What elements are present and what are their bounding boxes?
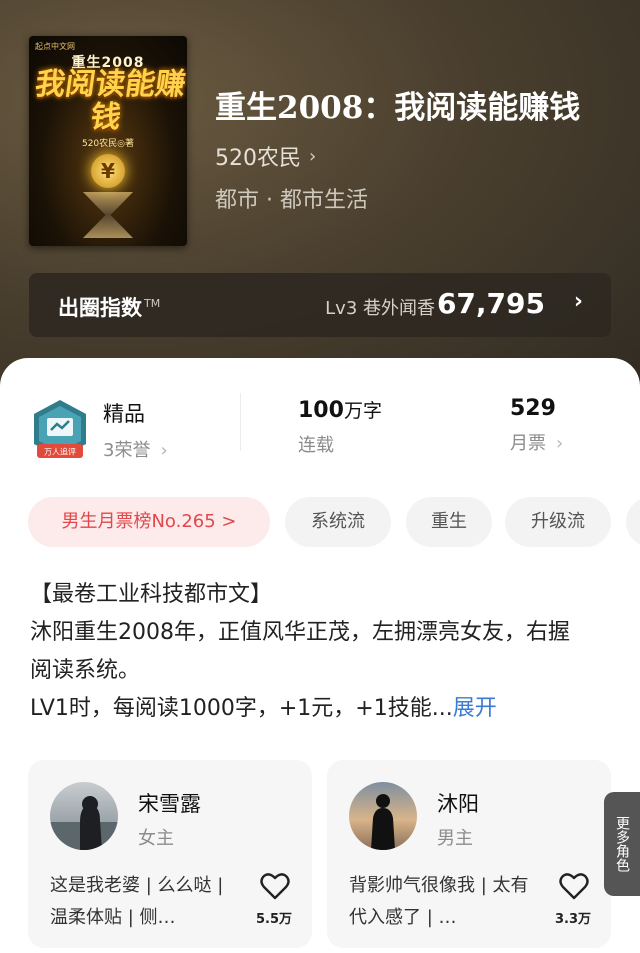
stat-divider [240, 393, 241, 451]
cover-publisher: 起点中文网 [35, 42, 75, 51]
index-label: 出圈指数 TM [58, 292, 160, 322]
avatar [50, 782, 118, 850]
book-cover[interactable]: 起点中文网 重生2008 我阅读能赚钱 520农民◎著 ¥ [29, 36, 187, 246]
word-count: 100万字 [298, 396, 382, 423]
character-role: 女主 [138, 828, 174, 849]
index-value: 67,795 [436, 287, 545, 320]
cover-title-line2: 我阅读能赚钱 [32, 67, 187, 135]
cover-author: 520农民◎著 [81, 139, 135, 149]
popularity-index-bar[interactable]: 出圈指数 TM Lv3 巷外闻香 67,795 › [29, 273, 611, 337]
synopsis[interactable]: 【最卷工业科技都市文】 沐阳重生2008年，正值风华正茂，左拥漂亮女友，右握阅读… [30, 576, 590, 728]
character-name: 宋雪露 [138, 792, 201, 816]
chevron-right-icon: › [573, 289, 583, 314]
heart-icon[interactable] [260, 872, 290, 900]
honor-badge-icon[interactable]: 万人追评 [31, 398, 89, 462]
monthly-tickets-count: 529 [510, 396, 556, 421]
trademark-mark: TM [144, 297, 161, 310]
character-desc: 这是我老婆 | 么么哒 | 温柔体贴 | 侧… [50, 875, 224, 928]
character-name: 沐阳 [437, 792, 479, 816]
like-count: 3.3万 [554, 912, 592, 927]
character-role: 男主 [437, 828, 473, 849]
word-count-number: 100 [298, 398, 344, 423]
avatar [349, 782, 417, 850]
monthly-tickets-stat[interactable]: 529 月票 › [510, 396, 563, 455]
honor-stat[interactable]: 精品 3荣誉 › [103, 398, 168, 462]
coin-icon: ¥ [91, 154, 125, 188]
monthly-tickets-label: 月票 [510, 433, 546, 454]
chevron-right-icon: › [309, 145, 317, 167]
monthly-tickets-row: 月票 › [510, 429, 563, 455]
synopsis-line: LV1时，每阅读1000字，+1元，+1技能...展开 [30, 690, 590, 728]
heart-icon[interactable] [559, 872, 589, 900]
tag-item[interactable]: 升级流 [505, 497, 611, 547]
synopsis-line: 沐阳重生2008年，正值风华正茂，左拥漂亮女友，右握阅读系统。 [30, 620, 570, 683]
honor-subtitle: 3荣誉 [103, 440, 151, 461]
synopsis-line: 【最卷工业科技都市文】 [30, 582, 273, 607]
like-count: 5.5万 [255, 912, 293, 927]
character-card[interactable]: 沐阳 男主 背影帅气很像我 | 太有代入感了 | … 3.3万 [327, 760, 611, 948]
author-link[interactable]: 520农民 › [215, 140, 316, 172]
honor-subtitle-row: 3荣誉 › [103, 436, 168, 462]
tag-item[interactable]: 系统流 [285, 497, 391, 547]
synopsis-text: LV1时，每阅读1000字，+1元，+1技能... [30, 696, 453, 721]
tag-item-overflow[interactable] [626, 497, 640, 547]
more-roles-button[interactable]: 更多角色 [604, 792, 640, 896]
serial-status: 连载 [298, 435, 334, 456]
book-genre[interactable]: 都市 · 都市生活 [215, 182, 368, 214]
chevron-right-icon: › [556, 433, 564, 454]
character-desc: 背影帅气很像我 | 太有代入感了 | … [349, 875, 529, 928]
tag-rank[interactable]: 男生月票榜No.265 > [28, 497, 270, 547]
book-title: 重生2008：我阅读能赚钱 [215, 90, 581, 126]
word-count-unit: 万字 [343, 400, 382, 422]
tag-item[interactable]: 重生 [406, 497, 492, 547]
expand-link[interactable]: 展开 [453, 696, 497, 721]
index-level: Lv3 巷外闻香 [325, 298, 435, 319]
hourglass-icon [83, 192, 133, 238]
character-card[interactable]: 宋雪露 女主 这是我老婆 | 么么哒 | 温柔体贴 | 侧… 5.5万 [28, 760, 312, 948]
tag-row: 男生月票榜No.265 > 系统流 重生 升级流 [28, 497, 640, 547]
word-count-stat: 100万字 连载 [298, 396, 382, 457]
chevron-right-icon: › [160, 440, 168, 461]
author-name: 520农民 [215, 146, 301, 171]
honor-badge-text: 万人追评 [44, 447, 76, 457]
index-label-text: 出圈指数 [58, 296, 142, 320]
honor-title: 精品 [103, 402, 145, 426]
